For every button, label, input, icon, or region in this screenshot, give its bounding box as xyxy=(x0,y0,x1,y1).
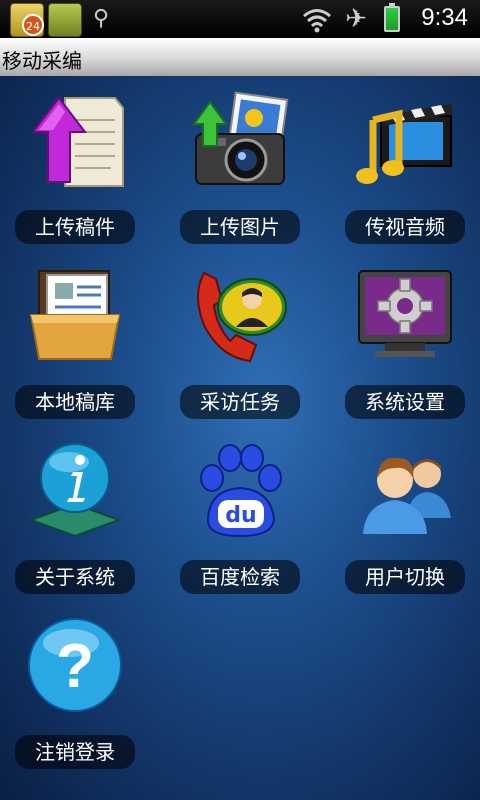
app-title: 移动采编 xyxy=(2,49,82,73)
battery-charging-icon xyxy=(384,3,400,32)
menu-item-media[interactable]: 传视音频 xyxy=(335,82,475,252)
clock-time: 9:34 xyxy=(421,4,468,31)
settings-gear-icon xyxy=(355,265,455,365)
switch-user-icon xyxy=(355,440,455,540)
menu-item-local-archive[interactable]: 本地稿库 xyxy=(5,257,145,427)
menu-item-baidu-search[interactable]: du 百度检索 xyxy=(170,432,310,602)
menu-item-logout[interactable]: ? 注销登录 xyxy=(5,607,145,777)
menu-item-label: 传视音频 xyxy=(345,210,465,244)
menu-item-about-system[interactable]: 关于系统 xyxy=(5,432,145,602)
svg-text:?: ? xyxy=(56,632,94,701)
menu-item-system-settings[interactable]: 系统设置 xyxy=(335,257,475,427)
airplane-mode-icon: ✈ xyxy=(345,4,367,34)
app-title-bar: 移动采编 xyxy=(0,38,480,78)
upload-picture-icon xyxy=(190,90,290,190)
wifi-icon xyxy=(302,3,332,35)
menu-grid: 上传稿件 上传图片 传视音频 本地稿库 采访任务 系统设置 关于系统 du 百度… xyxy=(0,76,480,800)
media-music-video-icon xyxy=(355,90,455,190)
info-icon xyxy=(25,440,125,540)
menu-item-label: 本地稿库 xyxy=(15,385,135,419)
menu-item-upload-picture[interactable]: 上传图片 xyxy=(170,82,310,252)
menu-item-label: 注销登录 xyxy=(15,735,135,769)
menu-item-interview-task[interactable]: 采访任务 xyxy=(170,257,310,427)
svg-text:du: du xyxy=(225,503,256,528)
menu-item-upload-document[interactable]: 上传稿件 xyxy=(5,82,145,252)
upload-document-icon xyxy=(25,90,125,190)
menu-item-label: 上传稿件 xyxy=(15,210,135,244)
menu-item-label: 系统设置 xyxy=(345,385,465,419)
menu-item-label: 关于系统 xyxy=(15,560,135,594)
status-bar: 24 ⚲ ✈ 9:34 xyxy=(0,0,480,38)
android-notification-icon[interactable] xyxy=(48,3,82,37)
menu-item-label: 采访任务 xyxy=(180,385,300,419)
menu-item-label: 百度检索 xyxy=(180,560,300,594)
local-archive-folder-icon xyxy=(25,265,125,365)
notification-count-badge: 24 xyxy=(22,14,44,36)
usb-icon: ⚲ xyxy=(92,6,110,31)
menu-item-switch-user[interactable]: 用户切换 xyxy=(335,432,475,602)
menu-item-label: 用户切换 xyxy=(345,560,465,594)
menu-item-label: 上传图片 xyxy=(180,210,300,244)
logout-help-icon: ? xyxy=(25,615,125,715)
baidu-search-icon: du xyxy=(190,440,290,540)
interview-phone-icon xyxy=(190,265,290,365)
